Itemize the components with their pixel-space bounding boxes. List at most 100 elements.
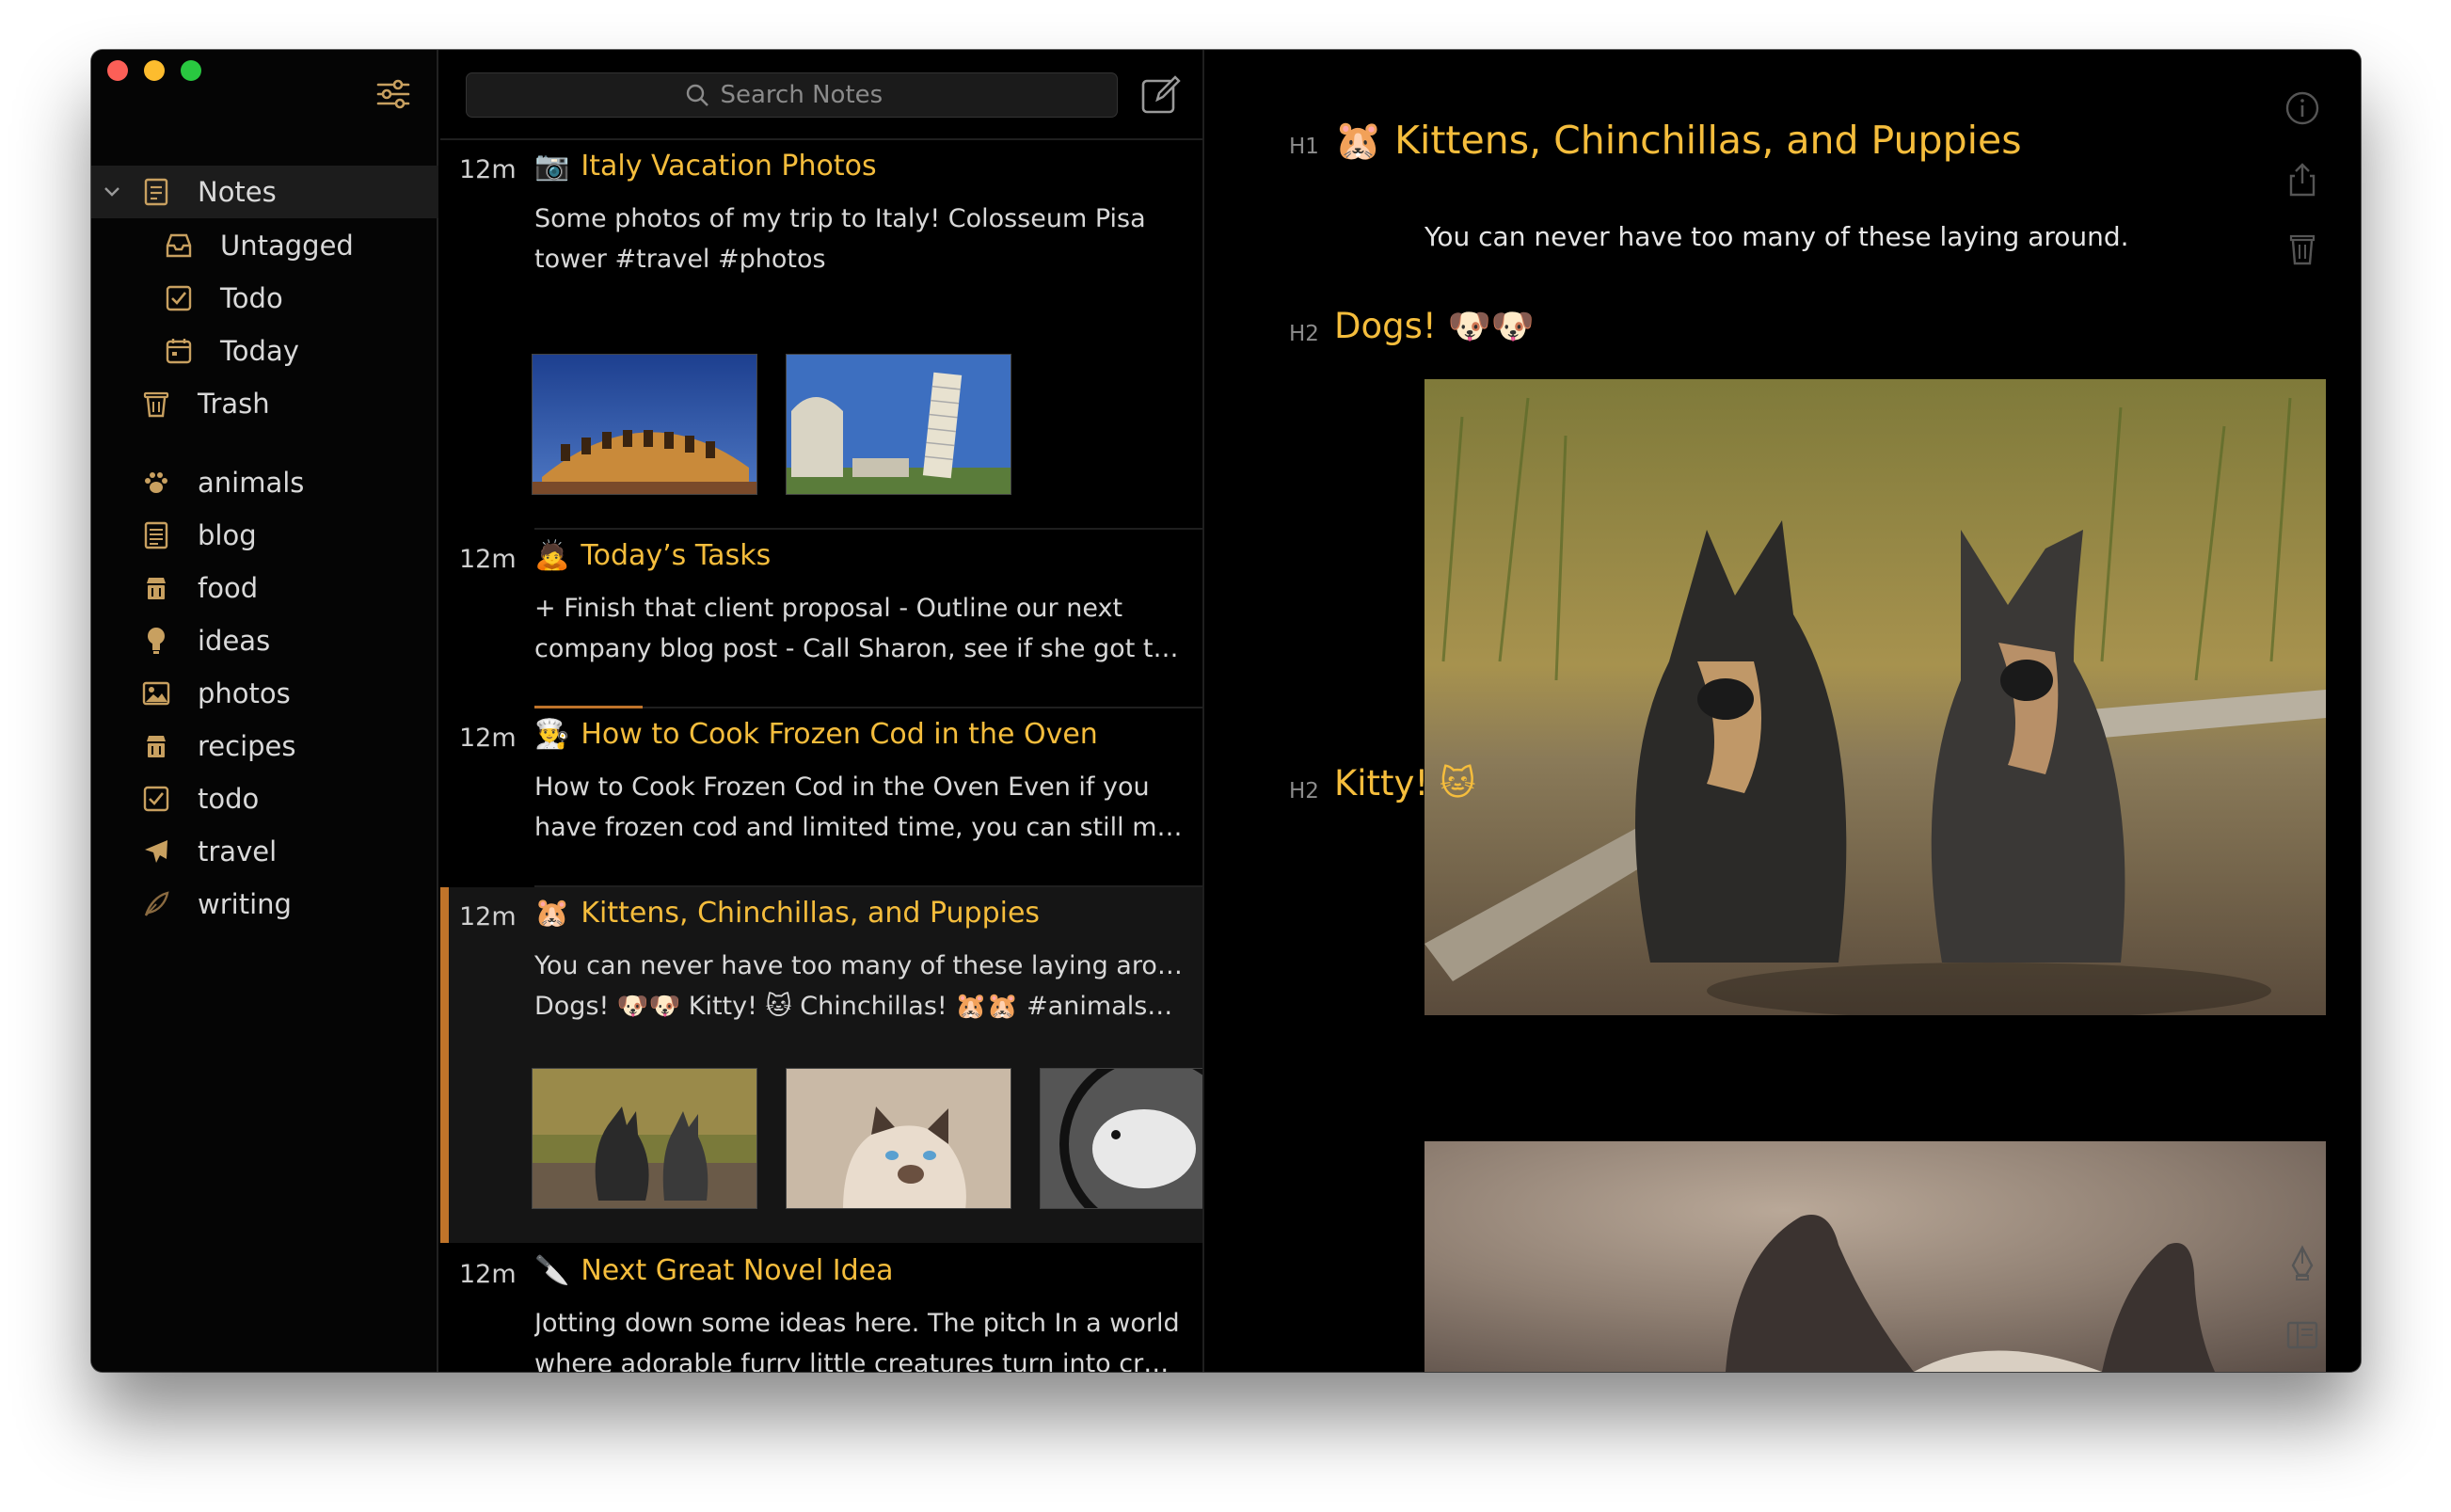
note-title-text: Next Great Novel Idea (581, 1254, 894, 1287)
kitty-photo[interactable] (1424, 1141, 2326, 1372)
sidebar-tag-photos[interactable]: photos (91, 667, 438, 720)
colosseum-thumbnail[interactable] (532, 354, 757, 495)
section-heading[interactable]: Dogs! 🐶🐶 (1334, 306, 1535, 347)
compose-icon[interactable] (1140, 74, 1182, 116)
chevron-down-icon[interactable] (103, 183, 121, 201)
hamster-icon: 🐹 (534, 897, 570, 930)
note-preview: Some photos of my trip to Italy! Colosse… (534, 199, 1184, 279)
note-item-kittens[interactable]: 12m 🐹 Kittens, Chinchillas, and Puppies … (440, 887, 1202, 1243)
sidebar-tag-travel[interactable]: travel (91, 825, 438, 878)
sidebar-toggle-icon[interactable] (2284, 1316, 2321, 1354)
sidebar-item-label: Trash (198, 388, 270, 420)
note-item-italy[interactable]: 12m 📷 Italy Vacation Photos Some photos … (440, 140, 1202, 530)
chinchilla-thumbnail[interactable] (1040, 1068, 1202, 1209)
dogs-photo[interactable] (1424, 379, 2326, 1015)
note-age: 12m (459, 902, 517, 931)
note-editor[interactable]: H1 🐹 Kittens, Chinchillas, and Puppies Y… (1206, 50, 2361, 1372)
sidebar-tag-label: travel (198, 836, 278, 867)
sidebar-tag-label: ideas (198, 625, 271, 657)
note-title: 🐹 Kittens, Chinchillas, and Puppies (534, 897, 1040, 930)
note-title-text: Italy Vacation Photos (581, 150, 877, 183)
image-icon (142, 679, 170, 708)
sidebar-tag-label: photos (198, 677, 291, 709)
knife-icon: 🔪 (534, 1254, 570, 1287)
info-icon[interactable] (2284, 89, 2321, 127)
note-thumbnails (532, 354, 1011, 495)
note-list: 12m 📷 Italy Vacation Photos Some photos … (440, 50, 1204, 1372)
bowing-person-icon: 🙇 (534, 539, 570, 572)
pisa-tower-thumbnail[interactable] (786, 354, 1011, 495)
note-preview-line: tower #travel #photos (534, 245, 826, 274)
section-heading[interactable]: Kitty! 🐱 (1334, 763, 1476, 804)
sidebar-tag-food[interactable]: food (91, 562, 438, 614)
note-item-novel-idea[interactable]: 12m 🔪 Next Great Novel Idea Jotting down… (440, 1245, 1202, 1372)
note-preview-line: + Finish that client proposal - Outline … (534, 594, 1123, 623)
note-preview: + Finish that client proposal - Outline … (534, 588, 1184, 669)
heading-level-marker: H1 (1289, 135, 1319, 159)
maximize-window-button[interactable] (181, 60, 201, 81)
sidebar-tag-label: animals (198, 467, 305, 499)
sidebar-item-label: Untagged (220, 230, 354, 262)
kitten-thumbnail[interactable] (786, 1068, 1011, 1209)
sidebar-tag-label: todo (198, 783, 260, 815)
inbox-icon (165, 231, 193, 260)
feather-icon (142, 890, 170, 918)
sidebar-item-todo[interactable]: Todo (91, 272, 438, 325)
note-preview-line: have frozen cod and limited time, you ca… (534, 813, 1184, 842)
paw-icon (142, 469, 170, 497)
sidebar-item-label: Todo (220, 282, 283, 314)
window-controls (107, 60, 201, 81)
sidebar-tag-writing[interactable]: writing (91, 878, 438, 931)
note-preview-line: Dogs! 🐶🐶 Kitty! 🐱 Chinchillas! 🐹🐹 #anima… (534, 992, 1173, 1021)
note-age: 12m (459, 155, 517, 184)
sidebar-tag-ideas[interactable]: ideas (91, 614, 438, 667)
pen-icon[interactable] (2284, 1245, 2321, 1282)
sidebar-item-today[interactable]: Today (91, 325, 438, 377)
sidebar-tag-animals[interactable]: animals (91, 456, 438, 509)
note-title: 📷 Italy Vacation Photos (534, 150, 877, 183)
note-item-frozen-cod[interactable]: 12m 👨‍🍳 How to Cook Frozen Cod in the Ov… (440, 708, 1202, 887)
note-item-todays-tasks[interactable]: 12m 🙇 Today’s Tasks + Finish that client… (440, 530, 1202, 708)
note-preview-line: You can never have too many of these lay… (534, 951, 1184, 980)
note-paragraph[interactable]: You can never have too many of these lay… (1424, 221, 2129, 252)
search-input[interactable] (720, 81, 899, 109)
note-title: 🔪 Next Great Novel Idea (534, 1254, 893, 1287)
food-icon (142, 732, 170, 760)
note-heading[interactable]: 🐹 Kittens, Chinchillas, and Puppies (1334, 118, 2022, 164)
share-icon[interactable] (2284, 161, 2321, 199)
minimize-window-button[interactable] (144, 60, 165, 81)
sidebar-item-untagged[interactable]: Untagged (91, 219, 438, 272)
note-preview-line: company blog post - Call Sharon, see if … (534, 634, 1184, 663)
trash-icon[interactable] (2284, 231, 2321, 268)
note-age: 12m (459, 1260, 517, 1289)
note-preview-line: Some photos of my trip to Italy! Colosse… (534, 204, 1146, 233)
app-window: Notes Untagged Todo Today Trash animals … (91, 50, 2361, 1372)
checkbox-icon (142, 785, 170, 813)
note-preview-line: where adorable furry little creatures tu… (534, 1349, 1184, 1372)
sidebar-tag-todo[interactable]: todo (91, 772, 438, 825)
note-title-text: Kittens, Chinchillas, and Puppies (581, 897, 1041, 930)
close-window-button[interactable] (107, 60, 128, 81)
note-title: 👨‍🍳 How to Cook Frozen Cod in the Oven (534, 718, 1098, 751)
note-title-text: Today’s Tasks (581, 539, 772, 572)
note-preview: Jotting down some ideas here. The pitch … (534, 1303, 1184, 1372)
note-title-text: How to Cook Frozen Cod in the Oven (581, 718, 1098, 751)
sidebar-tag-blog[interactable]: blog (91, 509, 438, 562)
note-age: 12m (459, 724, 517, 753)
sidebar-tag-label: recipes (198, 730, 296, 762)
note-preview-line: Jotting down some ideas here. The pitch … (534, 1309, 1180, 1338)
sidebar-tag-recipes[interactable]: recipes (91, 720, 438, 772)
document-icon (142, 521, 170, 549)
note-preview-line: How to Cook Frozen Cod in the Oven Even … (534, 772, 1150, 802)
sidebar-item-notes[interactable]: Notes (91, 166, 438, 218)
trash-icon (142, 390, 170, 418)
calendar-icon (165, 337, 193, 365)
checkbox-icon (165, 284, 193, 312)
sidebar-tag-label: writing (198, 888, 292, 920)
sliders-icon[interactable] (375, 76, 411, 112)
search-field[interactable] (466, 72, 1118, 118)
note-preview: You can never have too many of these lay… (534, 946, 1184, 1027)
dogs-thumbnail[interactable] (532, 1068, 757, 1209)
sidebar-item-trash[interactable]: Trash (91, 377, 438, 430)
camera-icon: 📷 (534, 150, 570, 183)
